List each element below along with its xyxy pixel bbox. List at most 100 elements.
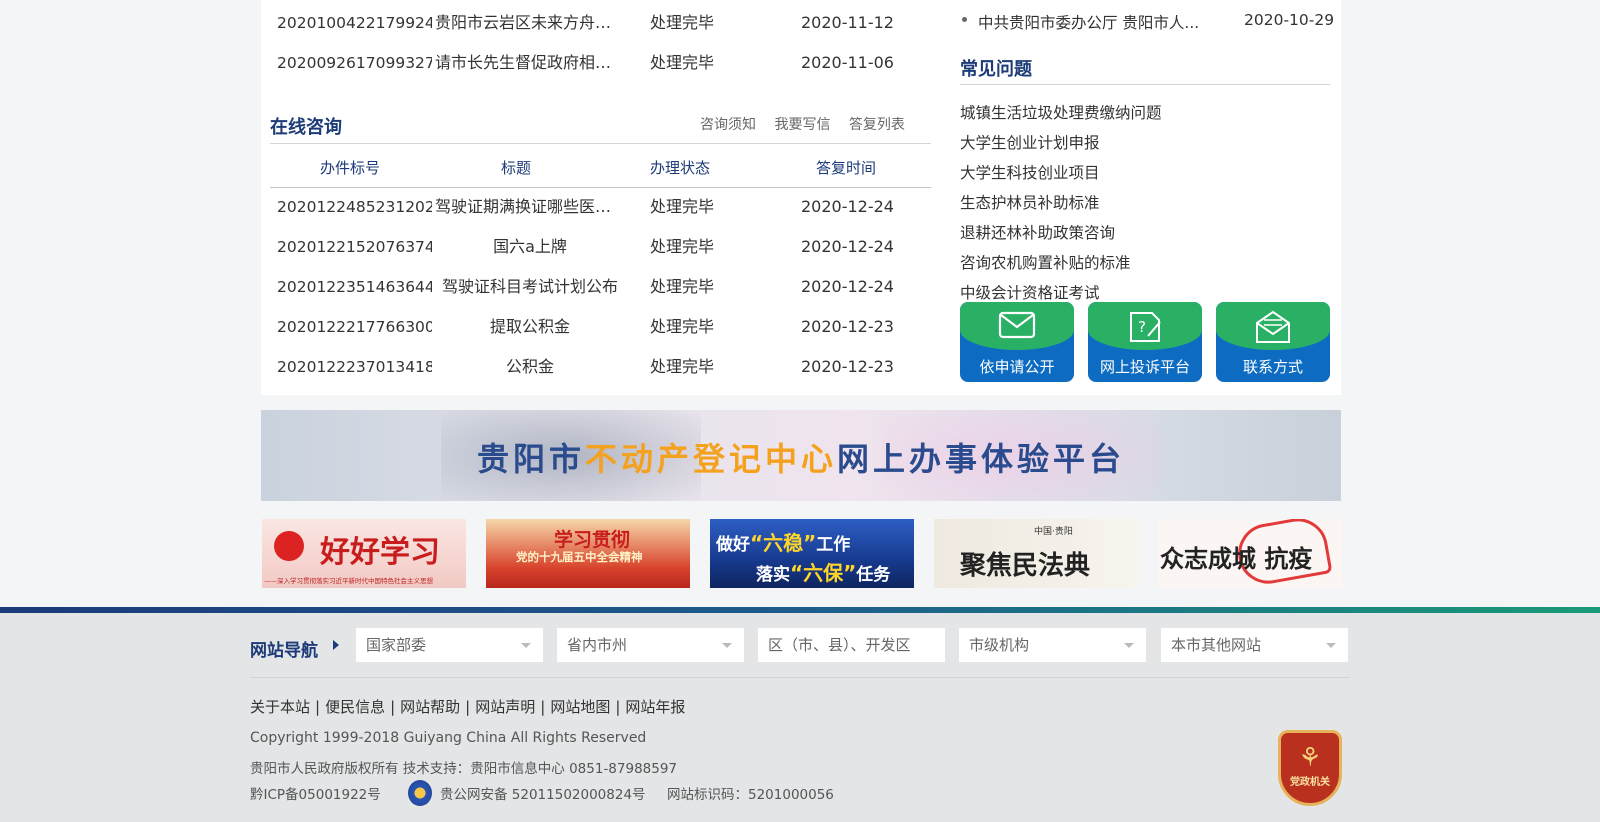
consult-notice-link[interactable]: 咨询须知	[700, 117, 756, 133]
table-header: 办件标号 标题 办理状态 答复时间	[270, 152, 930, 182]
copyright-text: Copyright 1999-2018 Guiyang China All Ri…	[250, 730, 647, 746]
case-title[interactable]: 驾驶证期满换证哪些医疗...	[435, 187, 625, 227]
select-districts[interactable]: 区（市、县）、开发区	[758, 628, 945, 662]
case-id: 2020100422179924	[277, 14, 432, 32]
header-status: 办理状态	[650, 159, 711, 177]
real-estate-banner[interactable]: 贵阳市不动产登记中心网上办事体验平台	[261, 410, 1341, 501]
statement-link[interactable]: 网站声明	[475, 698, 535, 716]
select-provincial-cities[interactable]: 省内市州	[557, 628, 744, 662]
police-badge-icon	[408, 780, 432, 806]
table-row[interactable]: 2020122152076374 国六a上牌 处理完毕 2020-12-24	[277, 227, 932, 267]
case-date: 2020-12-23	[801, 357, 894, 376]
case-title[interactable]: 提取公积金	[435, 307, 625, 347]
apply-disclosure-button[interactable]: 依申请公开	[960, 302, 1074, 382]
svg-text:?: ?	[1138, 318, 1146, 336]
write-letter-link[interactable]: 我要写信	[774, 117, 830, 133]
envelope-icon	[998, 311, 1036, 339]
case-id: 2020092617099327	[277, 54, 432, 72]
promo-thumbnails: 好好学习 ——深入学习贯彻落实习近平新时代中国特色社会主义思想 学习贯彻 党的十…	[262, 519, 1342, 589]
case-date: 2020-11-06	[801, 53, 894, 72]
card-label: 依申请公开	[979, 358, 1055, 376]
case-status: 处理完毕	[650, 317, 715, 336]
chevron-down-icon	[521, 643, 531, 648]
sitemap-link[interactable]: 网站地图	[550, 698, 610, 716]
case-date: 2020-12-23	[801, 317, 894, 336]
owner-text: 贵阳市人民政府版权所有 技术支持：贵阳市信息中心 0851-87988597	[250, 761, 678, 777]
faq-item[interactable]: 大学生科技创业项目	[960, 161, 1100, 183]
site-id-text: 网站标识码：5201000056	[667, 787, 834, 803]
bullet-icon	[962, 17, 967, 22]
table-row[interactable]: 2020092617099327 请市长先生督促政府相关... 处理完毕 202…	[277, 43, 932, 83]
case-title[interactable]: 驾驶证科目考试计划公布	[435, 267, 625, 307]
chevron-down-icon	[1124, 643, 1134, 648]
faq-item[interactable]: 退耕还林补助政策咨询	[960, 221, 1115, 243]
consult-links: 咨询须知 我要写信 答复列表	[700, 114, 919, 134]
convenience-link[interactable]: 便民信息	[325, 698, 385, 716]
help-link[interactable]: 网站帮助	[400, 698, 460, 716]
chevron-down-icon	[722, 643, 732, 648]
faq-item[interactable]: 中级会计资格证考试	[960, 281, 1100, 303]
six-stability-promo-link[interactable]: 做好“六稳”工作 落实“六保”任务	[710, 519, 914, 588]
table-row[interactable]: 2020122351463644 驾驶证科目考试计划公布 处理完毕 2020-1…	[277, 267, 932, 307]
select-municipal-agencies[interactable]: 市级机构	[959, 628, 1146, 662]
faq-item[interactable]: 城镇生活垃圾处理费缴纳问题	[960, 101, 1162, 123]
case-id: 2020122351463644	[277, 278, 432, 296]
triangle-right-icon	[333, 640, 339, 650]
news-item-title[interactable]: 中共贵阳市委办公厅 贵阳市人...	[978, 11, 1199, 33]
news-item-date: 2020-10-29	[1244, 11, 1335, 29]
case-title[interactable]: 贵阳市云岩区未来方舟尚...	[435, 3, 625, 43]
table-row[interactable]: 2020122237013418 公积金 处理完毕 2020-12-23	[277, 347, 932, 387]
anti-epidemic-promo-link[interactable]: 众志成城 抗疫	[1158, 519, 1342, 588]
case-title[interactable]: 国六a上牌	[435, 227, 625, 267]
icp-link[interactable]: 黔ICP备05001922号	[250, 783, 381, 803]
reply-list-link[interactable]: 答复列表	[849, 117, 905, 133]
case-title[interactable]: 公积金	[435, 347, 625, 387]
divider	[270, 143, 931, 144]
badge-emblem-icon: ⚘	[1298, 743, 1322, 773]
service-cards: 依申请公开 ? 网上投诉平台 联系方式	[960, 302, 1332, 382]
select-other-sites[interactable]: 本市其他网站	[1161, 628, 1348, 662]
case-status: 处理完毕	[650, 237, 715, 256]
case-date: 2020-12-24	[801, 237, 894, 256]
case-status: 处理完毕	[650, 197, 715, 216]
about-link[interactable]: 关于本站	[250, 698, 310, 716]
contact-button[interactable]: 联系方式	[1216, 302, 1330, 382]
case-status: 处理完毕	[650, 53, 715, 72]
footer-divider	[250, 677, 1350, 678]
mail-open-icon	[1256, 310, 1290, 343]
select-national-ministries[interactable]: 国家部委	[356, 628, 543, 662]
annual-report-link[interactable]: 网站年报	[625, 698, 685, 716]
header-date: 答复时间	[816, 159, 877, 177]
faq-item[interactable]: 大学生创业计划申报	[960, 131, 1100, 153]
civil-code-promo-link[interactable]: 中国·贵阳 聚焦民法典	[934, 519, 1138, 588]
site-nav-title: 网站导航	[250, 641, 318, 661]
study-promo-link[interactable]: 好好学习 ——深入学习贯彻落实习近平新时代中国特色社会主义思想	[262, 519, 466, 588]
case-id: 2020122237013418	[277, 358, 432, 376]
case-status: 处理完毕	[650, 13, 715, 32]
section-title-faq: 常见问题	[960, 59, 1032, 80]
online-complaint-button[interactable]: ? 网上投诉平台	[1088, 302, 1202, 382]
table-row[interactable]: 2020122217766300 提取公积金 处理完毕 2020-12-23	[277, 307, 932, 347]
case-title[interactable]: 请市长先生督促政府相关...	[435, 43, 625, 83]
card-label: 联系方式	[1242, 358, 1303, 376]
faq-item[interactable]: 咨询农机购置补贴的标准	[960, 251, 1131, 273]
case-status: 处理完毕	[650, 277, 715, 296]
footer-links: 关于本站 | 便民信息 | 网站帮助 | 网站声明 | 网站地图 | 网站年报	[250, 698, 686, 716]
party-govt-badge[interactable]: ⚘ 党政机关	[1278, 730, 1342, 806]
police-record-link[interactable]: 贵公网安备 52011502000824号	[440, 783, 646, 803]
case-id: 2020122217766300	[277, 318, 432, 336]
section-title-consult: 在线咨询	[270, 117, 342, 138]
header-title: 标题	[501, 159, 532, 177]
complaint-icon: ?	[1130, 312, 1161, 342]
case-date: 2020-11-12	[801, 13, 894, 32]
banner-title: 贵阳市不动产登记中心网上办事体验平台	[476, 440, 1126, 478]
table-row[interactable]: 2020122485231202 驾驶证期满换证哪些医疗... 处理完毕 202…	[277, 187, 932, 227]
table-row[interactable]: 2020100422179924 贵阳市云岩区未来方舟尚... 处理完毕 202…	[277, 3, 932, 43]
case-date: 2020-12-24	[801, 197, 894, 216]
faq-item[interactable]: 生态护林员补助标准	[960, 191, 1100, 213]
card-label: 网上投诉平台	[1099, 358, 1190, 376]
plenary-promo-link[interactable]: 学习贯彻 党的十九届五中全会精神	[486, 519, 690, 588]
party-emblem-icon	[274, 531, 304, 561]
case-id: 2020122152076374	[277, 238, 432, 256]
divider	[960, 84, 1330, 85]
